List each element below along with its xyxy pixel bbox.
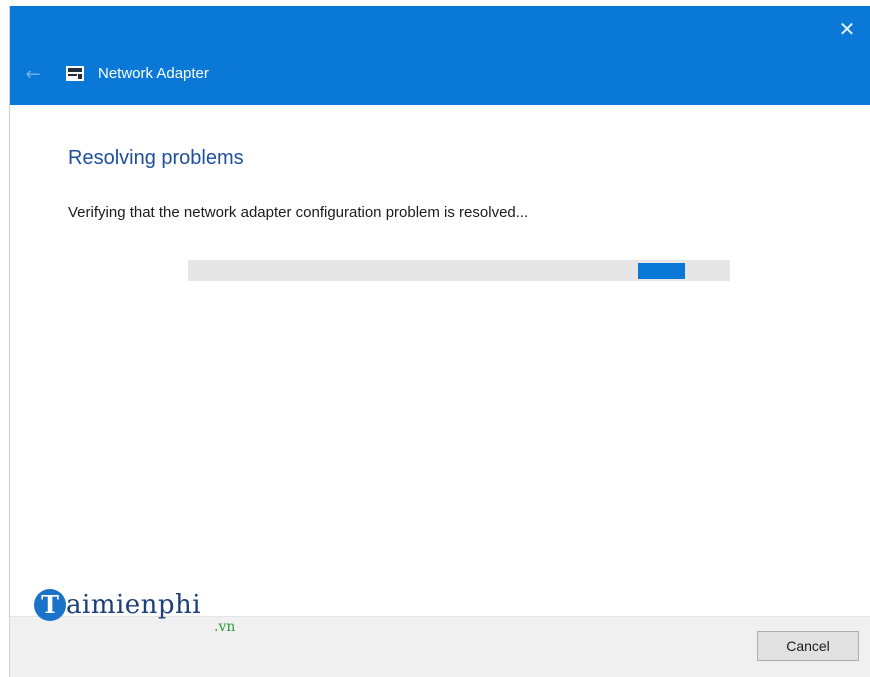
close-icon: ✕ [838,17,856,41]
progress-bar [188,260,730,281]
status-message: Verifying that the network adapter confi… [68,204,529,221]
title-bar: ✕ ← Network Adapter [10,6,870,105]
troubleshooter-window: ✕ ← Network Adapter Resolving problems V… [10,6,870,677]
watermark-domain: .vn [214,619,236,635]
watermark-initial: T [34,589,66,621]
page-heading: Resolving problems [68,147,244,169]
window-title: Network Adapter [98,65,209,82]
close-button[interactable]: ✕ [824,6,870,52]
network-adapter-icon [66,66,84,81]
watermark-logo: T aimienphi .vn [34,589,264,639]
progress-indicator [638,263,685,279]
back-button[interactable]: ← [20,62,46,88]
watermark-name: aimienphi [66,590,202,620]
cancel-button[interactable]: Cancel [757,631,859,661]
back-arrow-icon: ← [25,64,41,85]
